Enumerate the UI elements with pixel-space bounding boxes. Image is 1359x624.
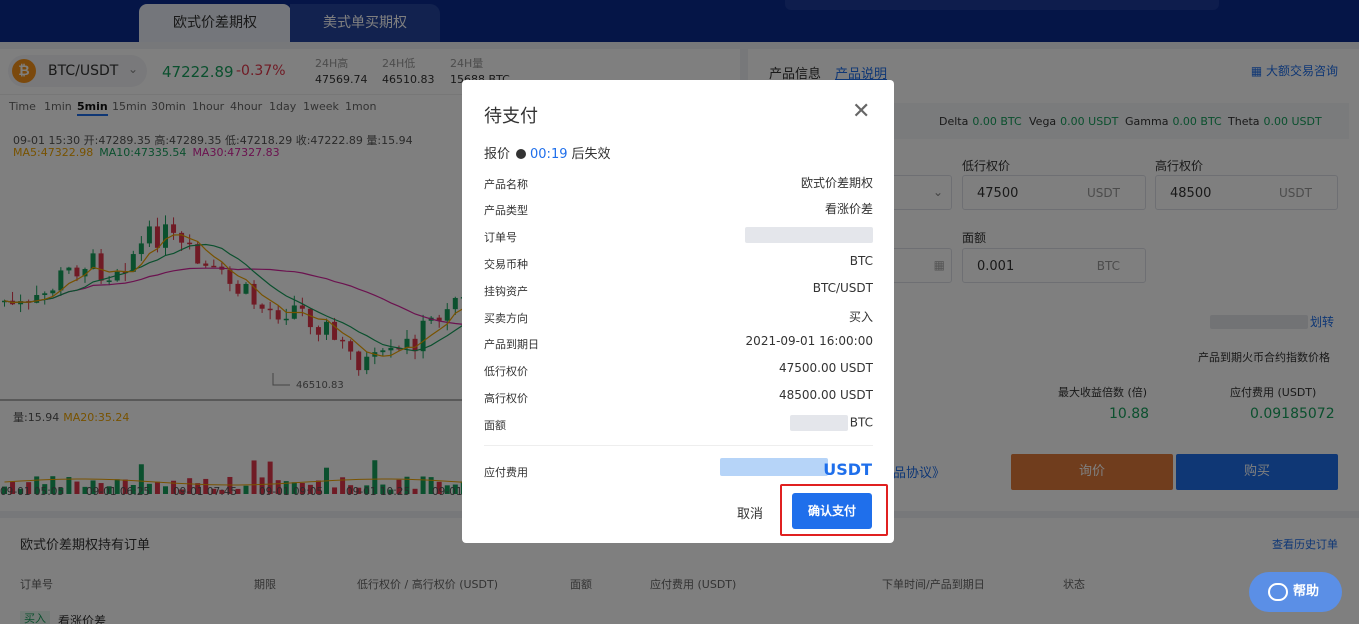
row-label: 产品到期日	[484, 338, 539, 351]
row-label: 面额	[484, 419, 506, 432]
row-value: 2021-09-01 16:00:00	[745, 334, 873, 348]
row-expiry: 产品到期日 2021-09-01 16:00:00	[484, 332, 873, 352]
row-label: 低行权价	[484, 365, 528, 378]
row-currency: 交易币种 BTC	[484, 252, 873, 272]
row-value: 买入	[848, 310, 873, 324]
row-value: 48500.00 USDT	[778, 388, 873, 402]
row-underlying: 挂钩资产 BTC/USDT	[484, 279, 873, 299]
row-product-type: 产品类型 看涨价差	[484, 198, 873, 218]
row-value: 欧式价差期权	[800, 176, 873, 190]
row-label: 订单号	[484, 231, 517, 244]
quote-time: 00:19	[530, 147, 568, 162]
payment-modal: 待支付 ✕ 报价 00:19 后失效 产品名称 欧式价差期权 产品类型 看涨价差 订单号…	[462, 80, 894, 543]
row-label: 交易币种	[484, 258, 528, 271]
fee-label: 应付费用	[484, 466, 528, 479]
row-value: BTC	[849, 254, 873, 268]
fee-unit: USDT	[823, 460, 872, 479]
row-value: 47500.00 USDT	[778, 361, 873, 375]
help-label: 帮助	[1293, 584, 1320, 599]
cancel-button[interactable]: 取消	[737, 503, 763, 522]
amount-redacted	[789, 415, 848, 431]
row-label: 产品名称	[484, 178, 528, 191]
fee-redacted	[720, 458, 828, 476]
row-value: BTC	[849, 415, 873, 430]
row-order-id: 订单号	[484, 225, 873, 245]
row-product-name: 产品名称 欧式价差期权	[484, 172, 873, 192]
order-id-redacted	[745, 227, 873, 243]
row-label: 挂钩资产	[484, 285, 528, 298]
row-low-strike: 低行权价 47500.00 USDT	[484, 359, 873, 379]
modal-title: 待支付	[484, 106, 538, 127]
amount-cell: BTC	[789, 415, 873, 431]
quote-suffix: 后失效	[571, 147, 611, 162]
close-icon[interactable]: ✕	[852, 100, 870, 124]
row-amount: 面额 BTC	[484, 413, 873, 433]
quote-timer: 报价 00:19 后失效	[484, 143, 611, 162]
app-root: 欧式价差期权 美式单买期权 ₿ BTC/USDT ⌄ 47222.89 -0.3…	[0, 0, 1359, 624]
row-high-strike: 高行权价 48500.00 USDT	[484, 386, 873, 406]
timer-icon	[516, 149, 527, 159]
help-button[interactable]: 帮助	[1249, 572, 1342, 612]
quote-prefix: 报价	[484, 147, 511, 162]
confirm-pay-button[interactable]: 确认支付	[792, 493, 872, 529]
row-value: BTC/USDT	[812, 281, 873, 295]
row-direction: 买卖方向 买入	[484, 306, 873, 326]
chat-icon	[1268, 583, 1288, 601]
modal-divider	[484, 445, 873, 446]
row-value: 看涨价差	[824, 202, 873, 216]
row-label: 产品类型	[484, 204, 528, 217]
row-label: 买卖方向	[484, 312, 528, 325]
row-label: 高行权价	[484, 392, 528, 405]
